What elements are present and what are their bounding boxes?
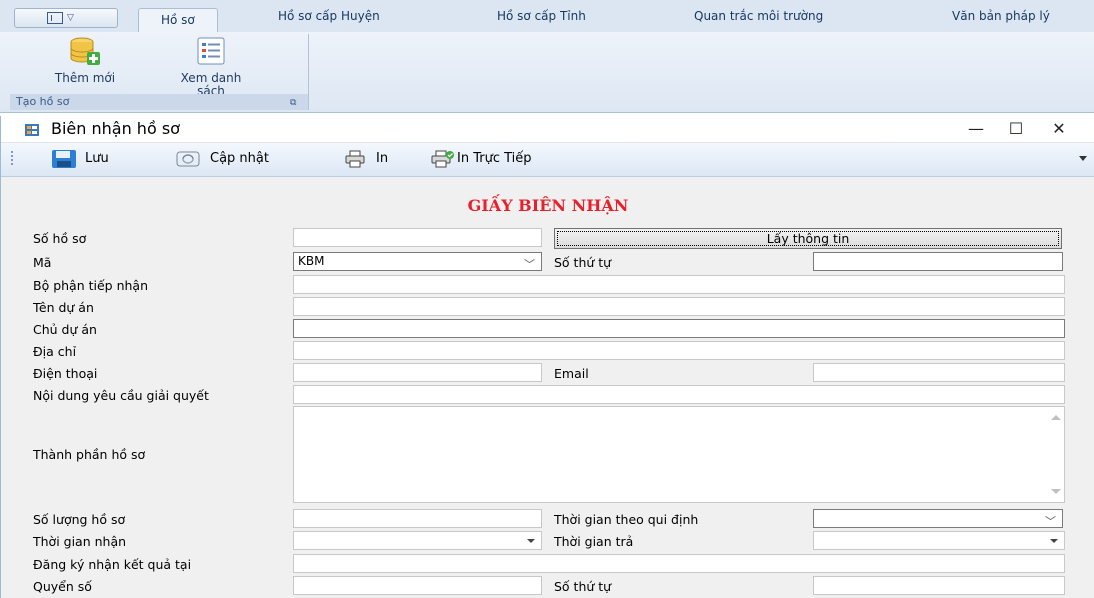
tab-quan-trac-moi-truong[interactable]: Quan trắc môi trường bbox=[694, 9, 823, 23]
tab-van-ban-phap-ly[interactable]: Văn bản pháp lý bbox=[952, 9, 1050, 23]
print-direct-button[interactable]: In Trực Tiếp bbox=[431, 149, 571, 169]
thoi-gian-nhan-picker[interactable] bbox=[293, 531, 542, 550]
close-button[interactable]: ✕ bbox=[1044, 118, 1074, 140]
printer-icon bbox=[345, 150, 365, 168]
email-input[interactable] bbox=[813, 363, 1065, 382]
get-info-button[interactable]: Lấy thông tin bbox=[554, 228, 1062, 249]
dang-ky-nhan-ket-qua-input[interactable] bbox=[293, 554, 1065, 573]
label-dien-thoai: Điện thoại bbox=[33, 366, 98, 381]
tab-ho-so-cap-huyen[interactable]: Hồ sơ cấp Huyện bbox=[278, 9, 380, 23]
noi-dung-input[interactable] bbox=[293, 385, 1065, 404]
label-ma: Mã bbox=[33, 255, 52, 270]
label-dang-ky-nhan-ket-qua: Đăng ký nhận kết quả tại bbox=[33, 557, 192, 572]
add-new-button[interactable]: Thêm mới bbox=[50, 36, 120, 85]
print-label: In bbox=[376, 151, 389, 166]
label-so-ho-so: Số hồ sơ bbox=[33, 231, 87, 246]
receipt-window: Biên nhận hồ sơ — ☐ ✕ Lưu Cập nhật In In… bbox=[0, 116, 1094, 598]
view-list-button[interactable]: Xem danh sách bbox=[176, 36, 246, 98]
refresh-icon bbox=[176, 151, 200, 167]
label-bo-phan-tiep-nhan: Bộ phận tiếp nhận bbox=[33, 278, 149, 293]
dialog-launcher-icon[interactable]: ⧉ bbox=[290, 98, 300, 108]
chu-du-an-input[interactable] bbox=[293, 319, 1065, 338]
thoi-gian-qui-dinh-select[interactable]: ﹀ bbox=[813, 509, 1063, 528]
label-so-luong-ho-so: Số lượng hồ sơ bbox=[33, 512, 126, 527]
ma-select[interactable]: KBM ﹀ bbox=[293, 252, 542, 271]
ten-du-an-input[interactable] bbox=[293, 297, 1065, 316]
label-thoi-gian-qui-dinh: Thời gian theo qui định bbox=[554, 512, 699, 527]
toolbar-overflow-icon[interactable] bbox=[1079, 156, 1087, 161]
form-title: GIẤY BIÊN NHẬN bbox=[467, 196, 629, 215]
toolbar: Lưu Cập nhật In In Trực Tiếp bbox=[1, 143, 1094, 177]
bo-phan-tiep-nhan-input[interactable] bbox=[293, 275, 1065, 294]
list-icon bbox=[197, 37, 225, 65]
quick-access-menu-button[interactable]: ▽ bbox=[14, 8, 118, 28]
ribbon-group-tao-ho-so: Thêm mới Xem danh sách Tạo hồ sơ ⧉ bbox=[10, 34, 309, 110]
group-label: Tạo hồ sơ bbox=[10, 94, 308, 110]
dropdown-arrow-icon bbox=[1050, 539, 1058, 543]
tab-ho-so-cap-tinh[interactable]: Hồ sơ cấp Tỉnh bbox=[497, 9, 586, 23]
save-label: Lưu bbox=[85, 151, 109, 166]
toolbar-grip[interactable] bbox=[11, 151, 15, 165]
maximize-button[interactable]: ☐ bbox=[1001, 118, 1031, 140]
print-button[interactable]: In bbox=[345, 149, 405, 169]
update-label: Cập nhật bbox=[210, 151, 269, 166]
window-titlebar: Biên nhận hồ sơ — ☐ ✕ bbox=[1, 116, 1094, 143]
chevron-down-icon: ▽ bbox=[67, 13, 74, 23]
dia-chi-input[interactable] bbox=[293, 341, 1065, 360]
chevron-down-icon: ﹀ bbox=[1045, 515, 1056, 528]
save-icon bbox=[52, 150, 76, 168]
chevron-down-icon: ﹀ bbox=[524, 258, 535, 271]
ribbon-tab-bar: ▽ Hồ sơ Hồ sơ cấp Huyện Hồ sơ cấp Tỉnh Q… bbox=[0, 0, 1094, 33]
quyen-so-input[interactable] bbox=[293, 576, 542, 595]
so-luong-input[interactable] bbox=[293, 509, 542, 528]
tab-ho-so[interactable]: Hồ sơ bbox=[138, 8, 218, 32]
minimize-button[interactable]: — bbox=[961, 118, 991, 140]
add-new-label: Thêm mới bbox=[54, 71, 116, 85]
textarea-scrollbar[interactable] bbox=[1047, 407, 1064, 502]
database-add-icon bbox=[70, 37, 100, 65]
ribbon-panel: Thêm mới Xem danh sách Tạo hồ sơ ⧉ bbox=[0, 32, 1094, 113]
thanh-phan-ho-so-textarea[interactable] bbox=[293, 406, 1065, 503]
window-form-icon bbox=[25, 124, 39, 136]
so-ho-so-input[interactable] bbox=[293, 228, 542, 247]
label-chu-du-an: Chủ dự án bbox=[33, 322, 97, 337]
label-thoi-gian-tra: Thời gian trả bbox=[554, 534, 634, 549]
scroll-down-icon[interactable] bbox=[1051, 489, 1061, 494]
layout-icon bbox=[47, 12, 63, 24]
label-ten-du-an: Tên dự án bbox=[33, 300, 94, 315]
save-button[interactable]: Lưu bbox=[51, 149, 143, 169]
dropdown-arrow-icon bbox=[527, 539, 535, 543]
label-thoi-gian-nhan: Thời gian nhận bbox=[33, 534, 127, 549]
dien-thoai-input[interactable] bbox=[293, 363, 542, 382]
printer-check-icon bbox=[431, 150, 454, 168]
label-so-thu-tu: Số thứ tự bbox=[554, 255, 612, 270]
so-thu-tu-2-input[interactable] bbox=[813, 576, 1065, 595]
so-thu-tu-input[interactable] bbox=[813, 252, 1063, 271]
label-noi-dung: Nội dung yêu cầu giải quyết bbox=[33, 388, 209, 403]
ma-value: KBM bbox=[298, 254, 325, 268]
label-thanh-phan-ho-so: Thành phần hồ sơ bbox=[33, 447, 146, 462]
label-quyen-so: Quyển số bbox=[33, 579, 92, 594]
print-direct-label: In Trực Tiếp bbox=[457, 151, 532, 166]
scroll-up-icon[interactable] bbox=[1051, 415, 1061, 420]
label-so-thu-tu-2: Số thứ tự bbox=[554, 579, 612, 594]
label-dia-chi: Địa chỉ bbox=[33, 344, 77, 359]
window-title: Biên nhận hồ sơ bbox=[51, 119, 180, 138]
update-button[interactable]: Cập nhật bbox=[176, 149, 311, 169]
label-email: Email bbox=[554, 366, 589, 381]
thoi-gian-tra-picker[interactable] bbox=[813, 531, 1065, 550]
